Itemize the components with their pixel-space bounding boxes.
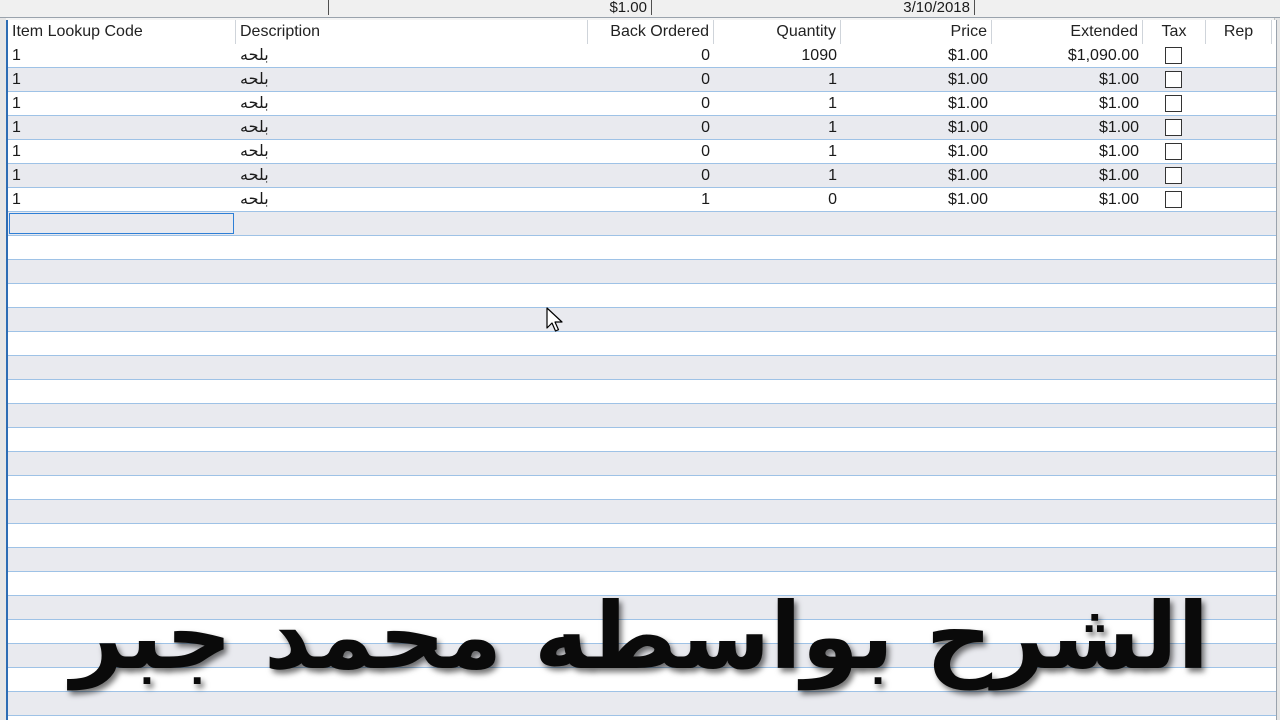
table-row[interactable]: 1 بلحه 0 1 $1.00 $1.00 <box>8 164 1276 188</box>
tax-checkbox[interactable] <box>1165 167 1182 184</box>
column-header-rep[interactable]: Rep <box>1206 20 1272 44</box>
cell-back-ordered[interactable]: 0 <box>588 68 714 91</box>
empty-table-row[interactable] <box>8 404 1276 428</box>
cell-description[interactable]: بلحه <box>236 68 588 91</box>
cell-description[interactable]: بلحه <box>236 44 588 67</box>
tutorial-caption-watermark: الشرح بواسطه محمد جبر <box>70 583 1210 690</box>
empty-table-row[interactable] <box>8 476 1276 500</box>
table-row[interactable]: 1 بلحه 1 0 $1.00 $1.00 <box>8 188 1276 212</box>
cell-extended[interactable]: $1.00 <box>992 188 1143 211</box>
cell-extended[interactable]: $1.00 <box>992 68 1143 91</box>
empty-table-row[interactable] <box>8 548 1276 572</box>
cell-price[interactable]: $1.00 <box>841 188 992 211</box>
empty-table-row[interactable] <box>8 284 1276 308</box>
top-summary-strip: $1.00 3/10/2018 <box>0 0 1280 18</box>
empty-table-row[interactable] <box>8 500 1276 524</box>
cell-price[interactable]: $1.00 <box>841 140 992 163</box>
empty-table-row[interactable] <box>8 380 1276 404</box>
cell-rep[interactable] <box>1206 140 1272 163</box>
cell-item-lookup-code[interactable]: 1 <box>8 164 236 187</box>
cell-back-ordered[interactable]: 0 <box>588 140 714 163</box>
table-row[interactable]: 1 بلحه 0 1 $1.00 $1.00 <box>8 140 1276 164</box>
cell-back-ordered[interactable]: 1 <box>588 188 714 211</box>
cell-rep[interactable] <box>1206 68 1272 91</box>
table-row[interactable]: 1 بلحه 0 1 $1.00 $1.00 <box>8 68 1276 92</box>
mouse-pointer-icon <box>546 307 563 332</box>
empty-table-row[interactable] <box>8 332 1276 356</box>
cell-extended[interactable]: $1.00 <box>992 164 1143 187</box>
cell-back-ordered[interactable]: 0 <box>588 44 714 67</box>
column-header-description[interactable]: Description <box>236 20 588 44</box>
cell-quantity[interactable]: 1 <box>714 140 841 163</box>
empty-table-row[interactable] <box>8 428 1276 452</box>
summary-separator <box>328 0 329 15</box>
cell-item-lookup-code[interactable]: 1 <box>8 188 236 211</box>
table-row[interactable]: 1 بلحه 0 1 $1.00 $1.00 <box>8 116 1276 140</box>
cell-extended[interactable]: $1,090.00 <box>992 44 1143 67</box>
cell-item-lookup-code[interactable]: 1 <box>8 92 236 115</box>
cell-price[interactable]: $1.00 <box>841 164 992 187</box>
cell-back-ordered[interactable]: 0 <box>588 92 714 115</box>
summary-date: 3/10/2018 <box>860 0 975 15</box>
empty-table-row[interactable] <box>8 524 1276 548</box>
cell-rep[interactable] <box>1206 44 1272 67</box>
cell-description[interactable]: بلحه <box>236 188 588 211</box>
cell-item-lookup-code[interactable]: 1 <box>8 116 236 139</box>
cell-rep[interactable] <box>1206 164 1272 187</box>
empty-table-row[interactable] <box>8 236 1276 260</box>
active-new-entry-cell[interactable] <box>9 213 234 234</box>
empty-table-row[interactable] <box>8 212 1276 236</box>
tax-checkbox[interactable] <box>1165 119 1182 136</box>
cell-rep[interactable] <box>1206 188 1272 211</box>
cell-item-lookup-code[interactable]: 1 <box>8 140 236 163</box>
empty-table-row[interactable] <box>8 452 1276 476</box>
cell-quantity[interactable]: 1 <box>714 116 841 139</box>
cell-description[interactable]: بلحه <box>236 92 588 115</box>
tax-checkbox[interactable] <box>1165 95 1182 112</box>
cell-price[interactable]: $1.00 <box>841 92 992 115</box>
cell-rep[interactable] <box>1206 116 1272 139</box>
cell-rep[interactable] <box>1206 92 1272 115</box>
cell-price[interactable]: $1.00 <box>841 68 992 91</box>
cell-item-lookup-code[interactable]: 1 <box>8 68 236 91</box>
cell-back-ordered[interactable]: 0 <box>588 164 714 187</box>
table-row[interactable]: 1 بلحه 0 1 $1.00 $1.00 <box>8 92 1276 116</box>
cell-extended[interactable]: $1.00 <box>992 116 1143 139</box>
grid-header: Item Lookup Code Description Back Ordere… <box>8 20 1276 45</box>
cell-extended[interactable]: $1.00 <box>992 92 1143 115</box>
tax-checkbox[interactable] <box>1165 47 1182 64</box>
cell-description[interactable]: بلحه <box>236 140 588 163</box>
tax-checkbox[interactable] <box>1165 71 1182 88</box>
empty-table-row[interactable] <box>8 356 1276 380</box>
summary-amount: $1.00 <box>560 0 652 15</box>
cell-back-ordered[interactable]: 0 <box>588 116 714 139</box>
tax-checkbox[interactable] <box>1165 143 1182 160</box>
tax-checkbox[interactable] <box>1165 191 1182 208</box>
cell-quantity[interactable]: 1 <box>714 68 841 91</box>
cell-item-lookup-code[interactable]: 1 <box>8 44 236 67</box>
empty-table-row[interactable] <box>8 308 1276 332</box>
cell-price[interactable]: $1.00 <box>841 116 992 139</box>
cell-extended[interactable]: $1.00 <box>992 140 1143 163</box>
column-header-price[interactable]: Price <box>841 20 992 44</box>
column-header-tax[interactable]: Tax <box>1143 20 1206 44</box>
cell-description[interactable]: بلحه <box>236 164 588 187</box>
cell-quantity[interactable]: 1 <box>714 164 841 187</box>
cell-description[interactable]: بلحه <box>236 116 588 139</box>
column-header-quantity[interactable]: Quantity <box>714 20 841 44</box>
column-header-item-lookup-code[interactable]: Item Lookup Code <box>8 20 236 44</box>
cell-quantity[interactable]: 1 <box>714 92 841 115</box>
cell-quantity[interactable]: 0 <box>714 188 841 211</box>
empty-table-row[interactable] <box>8 260 1276 284</box>
column-header-extended[interactable]: Extended <box>992 20 1143 44</box>
cell-quantity[interactable]: 1090 <box>714 44 841 67</box>
column-header-back-ordered[interactable]: Back Ordered <box>588 20 714 44</box>
cell-price[interactable]: $1.00 <box>841 44 992 67</box>
table-row[interactable]: 1 بلحه 0 1090 $1.00 $1,090.00 <box>8 44 1276 68</box>
